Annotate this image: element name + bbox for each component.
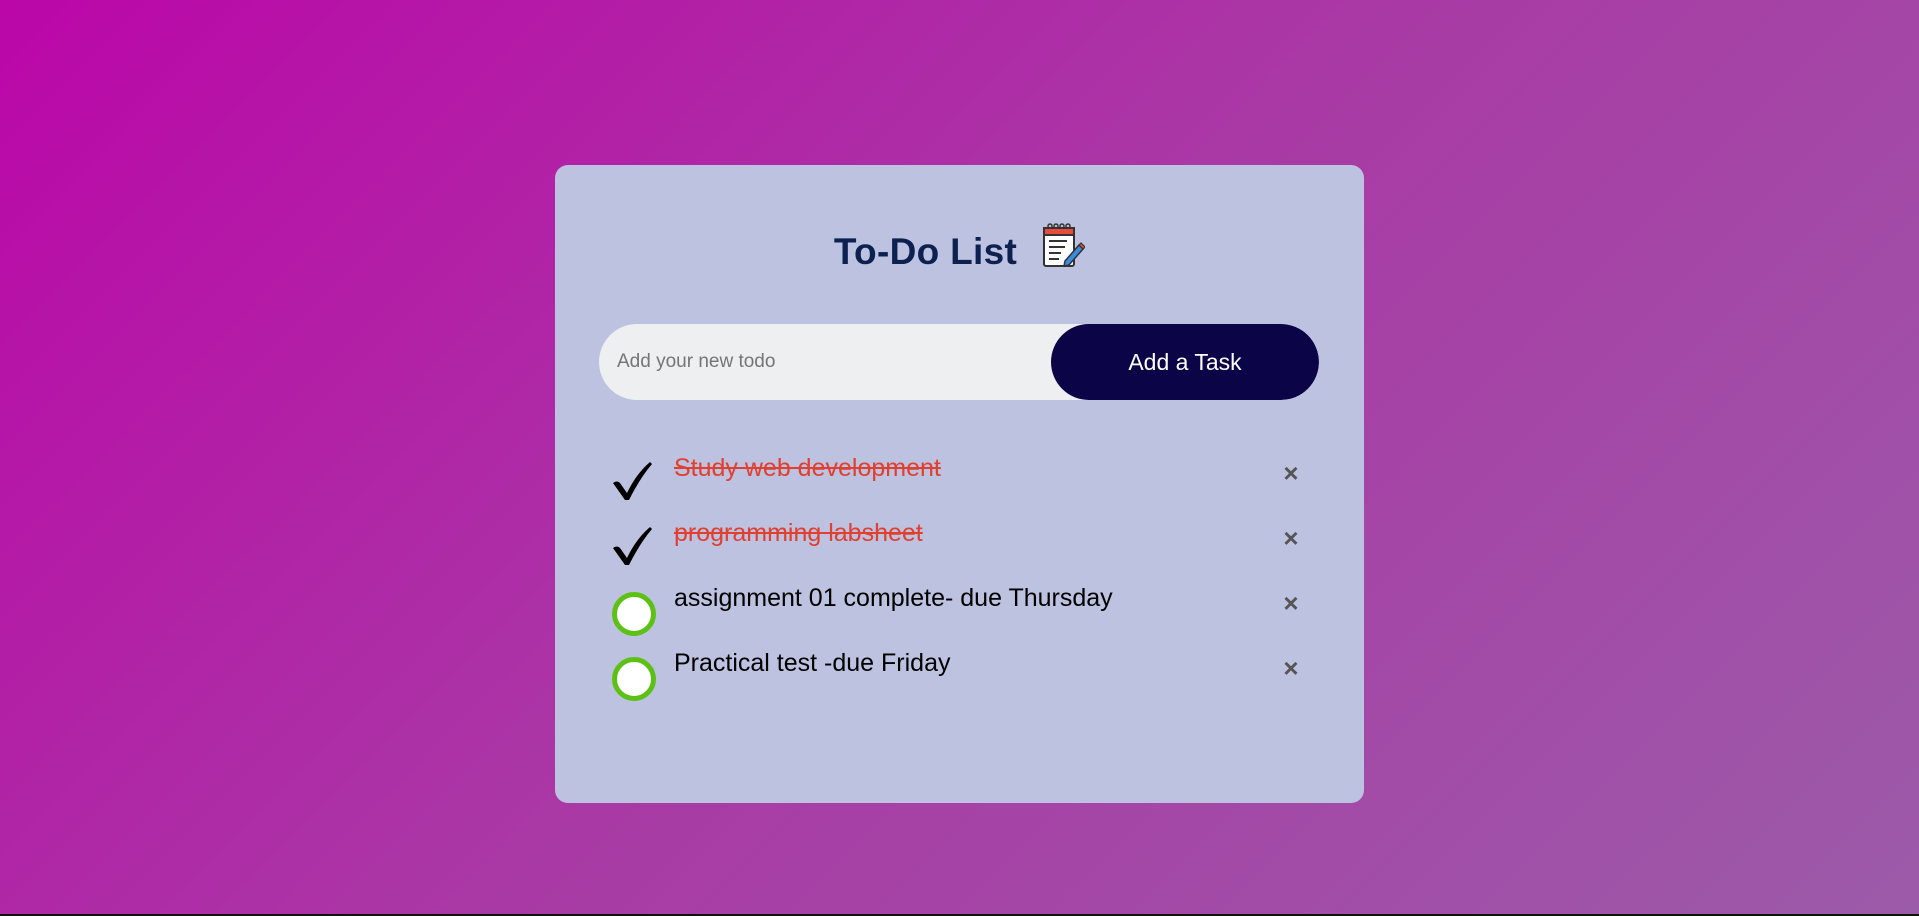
delete-icon[interactable]: ×	[1276, 588, 1306, 618]
add-task-button[interactable]: Add a Task	[1051, 324, 1319, 400]
title-row: To-Do List	[0, 222, 1919, 282]
task-label: assignment 01 complete- due Thursday	[674, 584, 1113, 612]
delete-icon[interactable]: ×	[1276, 458, 1306, 488]
task-item[interactable]: Practical test -due Friday ×	[607, 639, 1312, 701]
todo-input[interactable]	[599, 324, 1051, 400]
task-label: Study web development	[674, 454, 941, 482]
notepad-pencil-icon	[1043, 223, 1086, 267]
unchecked-circle-icon[interactable]	[612, 592, 656, 636]
page-title: To-Do List	[833, 231, 1018, 272]
checkmark-icon[interactable]	[610, 458, 654, 502]
unchecked-circle-icon[interactable]	[612, 657, 656, 701]
checkmark-icon[interactable]	[610, 523, 654, 567]
delete-icon[interactable]: ×	[1276, 523, 1306, 553]
task-item[interactable]: programming labsheet ×	[607, 509, 1312, 569]
task-item[interactable]: Study web development ×	[607, 444, 1312, 504]
delete-icon[interactable]: ×	[1276, 653, 1306, 683]
task-label: Practical test -due Friday	[674, 649, 951, 677]
task-label: programming labsheet	[674, 519, 923, 547]
add-todo-bar: Add a Task	[599, 324, 1319, 400]
task-item[interactable]: assignment 01 complete- due Thursday ×	[607, 574, 1312, 636]
